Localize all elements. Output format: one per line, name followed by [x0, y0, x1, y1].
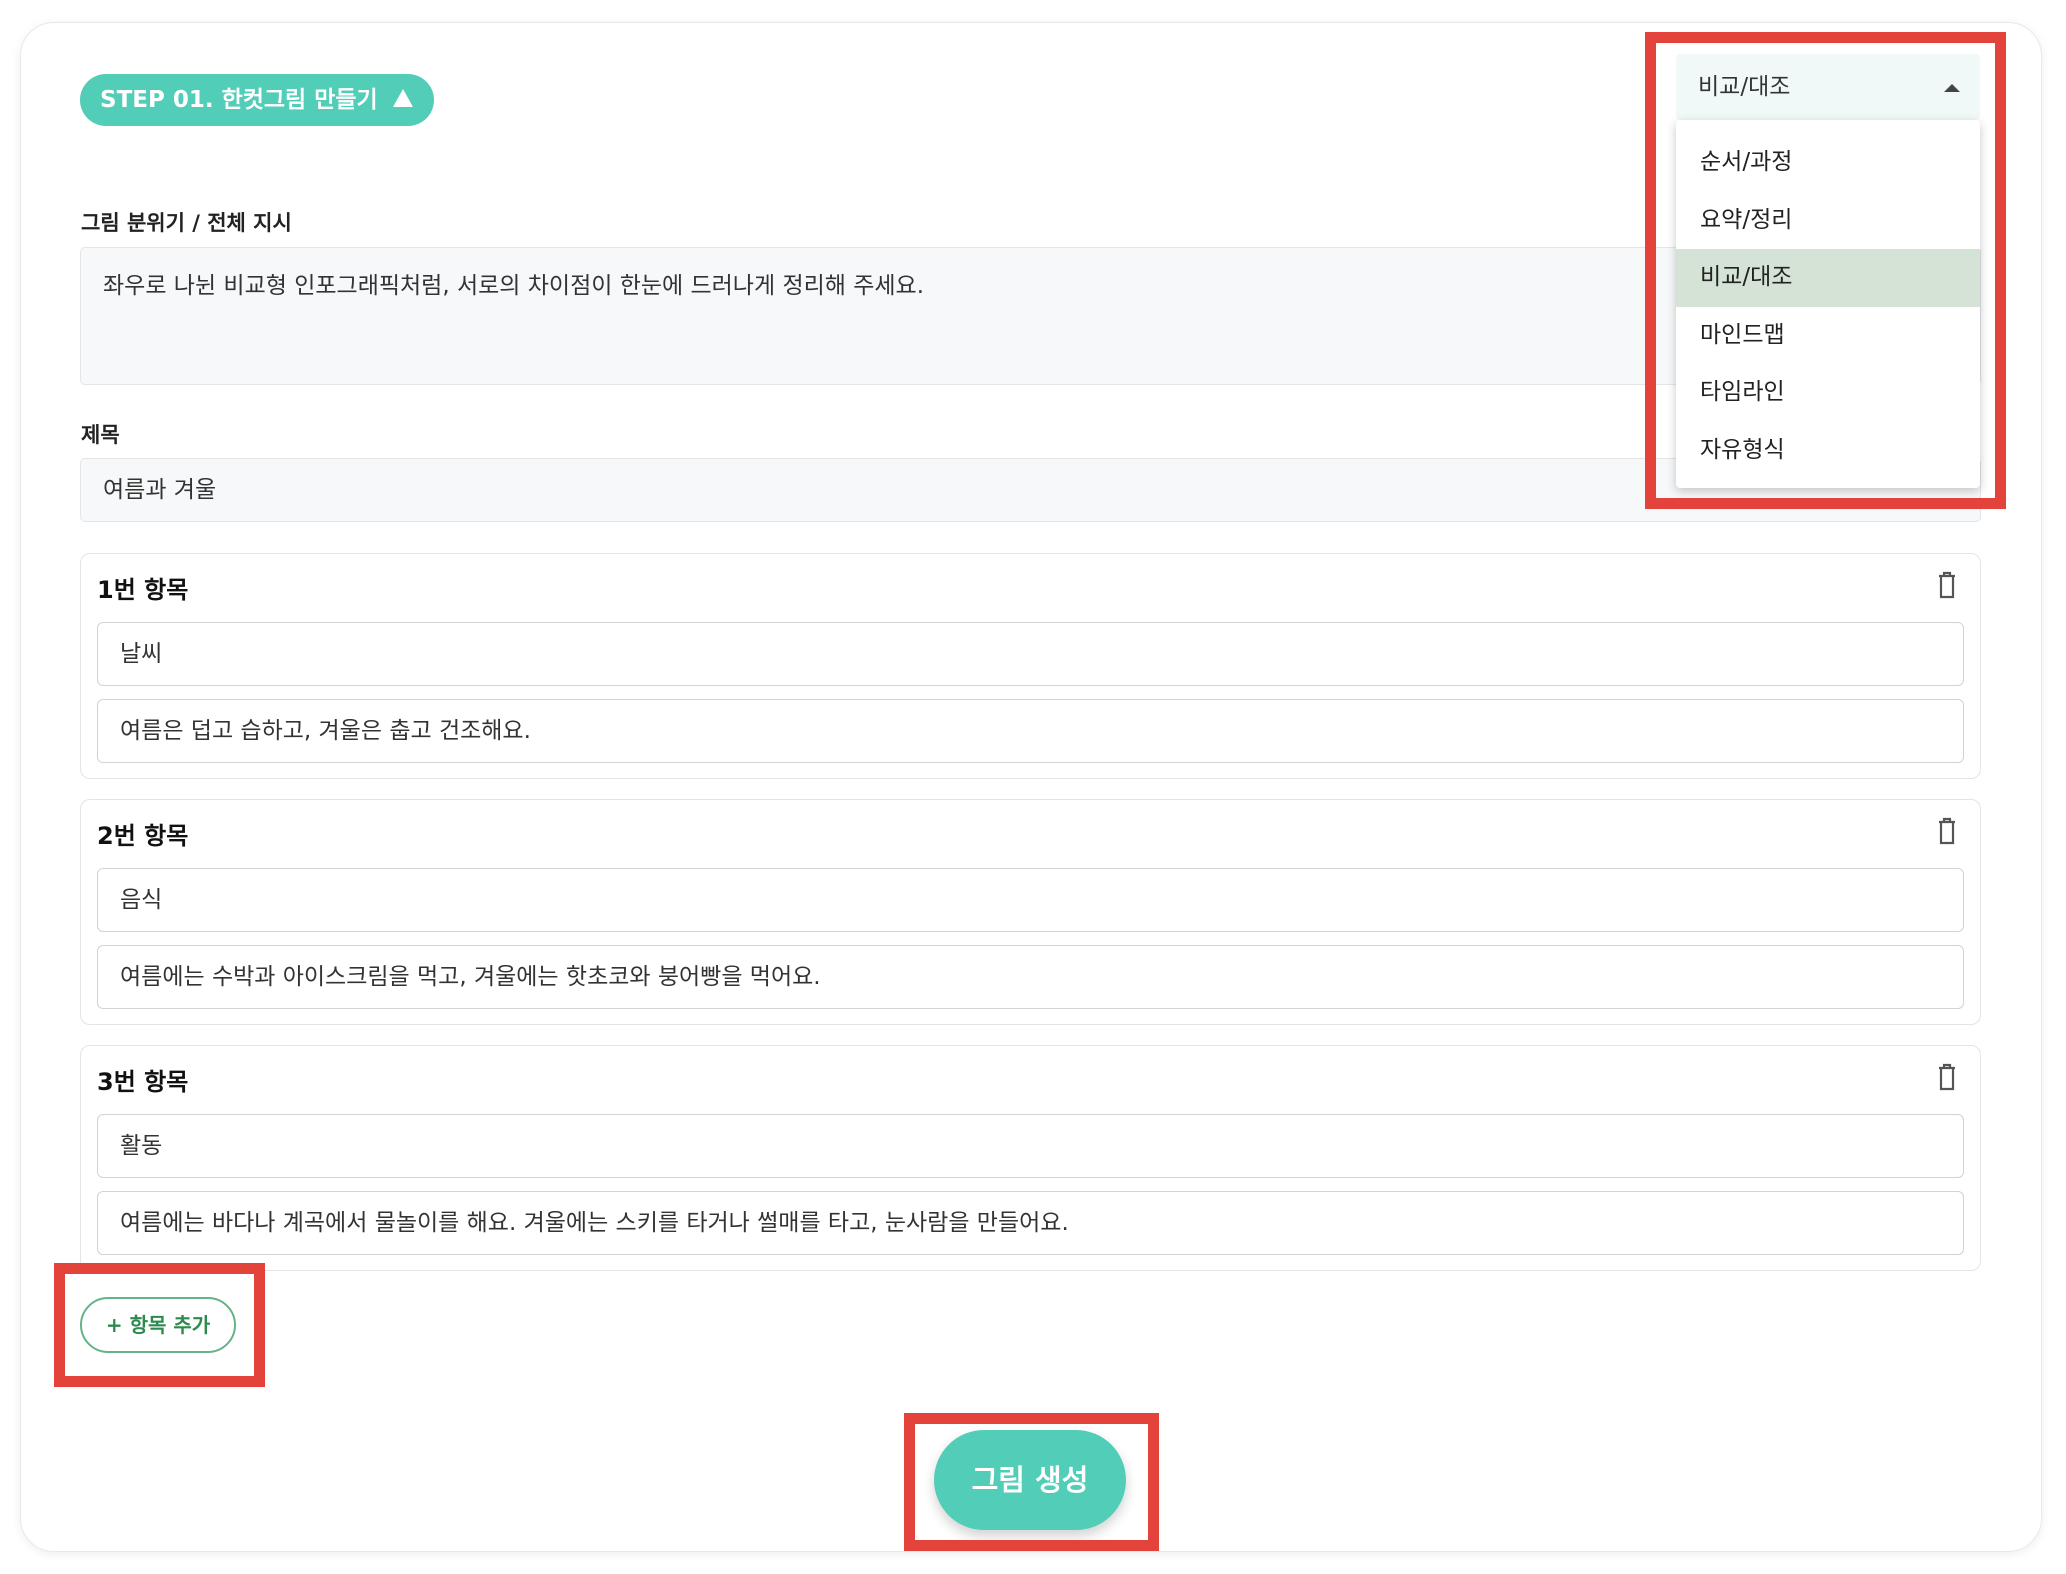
item-heading: 3번 항목 [97, 1068, 189, 1096]
item-desc-input[interactable]: 여름에는 수박과 아이스크림을 먹고, 겨울에는 핫초코와 붕어빵을 먹어요. [97, 945, 1964, 1009]
trash-icon[interactable] [1934, 1062, 1960, 1092]
item-heading: 1번 항목 [97, 576, 189, 604]
item-name-input[interactable]: 활동 [97, 1114, 1964, 1178]
item-card-3: 3번 항목 활동 여름에는 바다나 계곡에서 물놀이를 해요. 겨울에는 스키를… [80, 1045, 1981, 1271]
item-card-2: 2번 항목 음식 여름에는 수박과 아이스크림을 먹고, 겨울에는 핫초코와 붕… [80, 799, 1981, 1025]
item-heading: 2번 항목 [97, 822, 189, 850]
trash-icon[interactable] [1934, 570, 1960, 600]
trash-icon[interactable] [1934, 816, 1960, 846]
step-label: STEP 01. 한컷그림 만들기 [100, 87, 378, 113]
highlight-box-dropdown [1645, 32, 2006, 509]
item-name-input[interactable]: 음식 [97, 868, 1964, 932]
step-toggle[interactable]: STEP 01. 한컷그림 만들기 [80, 74, 434, 126]
item-desc-input[interactable]: 여름은 덥고 습하고, 겨울은 춥고 건조해요. [97, 699, 1964, 763]
highlight-box-add-item [54, 1263, 265, 1387]
item-desc-input[interactable]: 여름에는 바다나 계곡에서 물놀이를 해요. 겨울에는 스키를 타거나 썰매를 … [97, 1191, 1964, 1255]
highlight-box-generate [904, 1413, 1159, 1551]
title-label: 제목 [81, 423, 120, 447]
triangle-up-icon [392, 89, 413, 107]
item-name-input[interactable]: 날씨 [97, 622, 1964, 686]
mood-label: 그림 분위기 / 전체 지시 [81, 211, 292, 235]
item-card-1: 1번 항목 날씨 여름은 덥고 습하고, 겨울은 춥고 건조해요. [80, 553, 1981, 779]
